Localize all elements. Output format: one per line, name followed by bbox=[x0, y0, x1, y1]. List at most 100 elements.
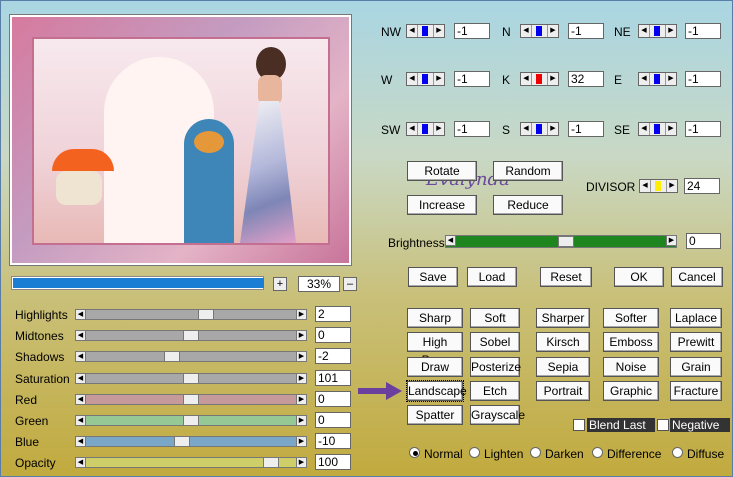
kernel-nw-right-arrow[interactable]: ▶ bbox=[433, 25, 444, 37]
kernel-se-field[interactable]: -1 bbox=[685, 121, 721, 137]
green-thumb[interactable] bbox=[183, 415, 199, 426]
opacity-right-arrow[interactable]: ▶ bbox=[296, 457, 307, 469]
kernel-sw-spinner[interactable]: ◀ ▶ bbox=[406, 122, 445, 136]
kernel-s-right-arrow[interactable]: ▶ bbox=[547, 123, 558, 135]
red-right-arrow[interactable]: ▶ bbox=[296, 393, 307, 405]
kernel-w-spinner[interactable]: ◀ ▶ bbox=[406, 72, 445, 86]
mode-diffuse-radio[interactable] bbox=[672, 447, 683, 458]
preset-laplace-button[interactable]: Laplace bbox=[670, 308, 722, 328]
cancel-button[interactable]: Cancel bbox=[671, 267, 723, 287]
kernel-s-spinner[interactable]: ◀ ▶ bbox=[520, 122, 559, 136]
red-left-arrow[interactable]: ◀ bbox=[75, 393, 86, 405]
brightness-right-arrow[interactable]: ▶ bbox=[666, 235, 677, 246]
opacity-value[interactable]: 100 bbox=[315, 454, 351, 471]
divisor-field[interactable]: 24 bbox=[684, 178, 720, 194]
highlights-right-arrow[interactable]: ▶ bbox=[296, 309, 307, 320]
preset-softer-button[interactable]: Softer bbox=[603, 308, 659, 328]
kernel-ne-field[interactable]: -1 bbox=[685, 23, 721, 39]
preset-spatter-button[interactable]: Spatter bbox=[407, 405, 463, 426]
reset-button[interactable]: Reset bbox=[540, 267, 592, 287]
shadows-value[interactable]: -2 bbox=[315, 348, 351, 365]
opacity-thumb[interactable] bbox=[262, 457, 279, 469]
preset-etch-button[interactable]: Etch bbox=[470, 380, 520, 401]
midtones-value[interactable]: 0 bbox=[315, 327, 351, 344]
kernel-s-field[interactable]: -1 bbox=[568, 121, 604, 137]
kernel-k-field[interactable]: 32 bbox=[568, 71, 604, 87]
negative-checkbox[interactable] bbox=[657, 419, 669, 431]
kernel-n-right-arrow[interactable]: ▶ bbox=[547, 25, 558, 37]
highlights-left-arrow[interactable]: ◀ bbox=[75, 309, 86, 320]
brightness-left-arrow[interactable]: ◀ bbox=[445, 235, 456, 246]
opacity-slider[interactable]: ◀ ▶ bbox=[75, 457, 307, 469]
preset-prewitt-button[interactable]: Prewitt bbox=[670, 332, 722, 353]
shadows-right-arrow[interactable]: ▶ bbox=[296, 351, 307, 363]
brightness-slider[interactable]: ◀ ▶ bbox=[445, 235, 677, 248]
green-right-arrow[interactable]: ▶ bbox=[296, 415, 307, 426]
midtones-thumb[interactable] bbox=[183, 330, 199, 342]
kernel-w-field[interactable]: -1 bbox=[454, 71, 490, 87]
red-value[interactable]: 0 bbox=[315, 390, 351, 407]
saturation-left-arrow[interactable]: ◀ bbox=[75, 372, 86, 384]
midtones-left-arrow[interactable]: ◀ bbox=[75, 330, 86, 342]
ok-button[interactable]: OK bbox=[614, 267, 664, 287]
kernel-nw-field[interactable]: -1 bbox=[454, 23, 490, 39]
opacity-left-arrow[interactable]: ◀ bbox=[75, 457, 86, 469]
green-slider[interactable]: ◀ ▶ bbox=[75, 415, 307, 426]
preset-fracture-button[interactable]: Fracture bbox=[670, 380, 722, 401]
blue-left-arrow[interactable]: ◀ bbox=[75, 436, 86, 448]
kernel-e-right-arrow[interactable]: ▶ bbox=[665, 73, 676, 85]
preset-kirsch-button[interactable]: Kirsch bbox=[536, 332, 590, 353]
green-left-arrow[interactable]: ◀ bbox=[75, 415, 86, 426]
kernel-se-spinner[interactable]: ◀ ▶ bbox=[638, 122, 677, 136]
mode-difference-radio[interactable] bbox=[592, 447, 603, 458]
kernel-k-spinner[interactable]: ◀ ▶ bbox=[520, 72, 559, 86]
preset-sharp-button[interactable]: Sharp bbox=[407, 308, 463, 328]
increase-button[interactable]: Increase bbox=[407, 195, 477, 215]
kernel-se-left-arrow[interactable]: ◀ bbox=[639, 123, 650, 135]
load-button[interactable]: Load bbox=[467, 267, 517, 287]
red-thumb[interactable] bbox=[183, 393, 199, 405]
preset-portrait-button[interactable]: Portrait bbox=[536, 380, 590, 401]
midtones-right-arrow[interactable]: ▶ bbox=[296, 330, 307, 342]
green-value[interactable]: 0 bbox=[315, 412, 351, 428]
preset-posterize-button[interactable]: Posterize bbox=[470, 356, 521, 377]
kernel-e-left-arrow[interactable]: ◀ bbox=[639, 73, 650, 85]
preset-graphic-button[interactable]: Graphic bbox=[603, 380, 659, 401]
brightness-thumb[interactable] bbox=[558, 236, 574, 247]
kernel-ne-spinner[interactable]: ◀ ▶ bbox=[638, 24, 677, 38]
blue-slider[interactable]: ◀ ▶ bbox=[75, 436, 307, 448]
shadows-left-arrow[interactable]: ◀ bbox=[75, 351, 86, 363]
kernel-s-left-arrow[interactable]: ◀ bbox=[521, 123, 532, 135]
kernel-ne-right-arrow[interactable]: ▶ bbox=[665, 25, 676, 37]
highlights-value[interactable]: 2 bbox=[315, 306, 351, 322]
highlights-slider[interactable]: ◀ ▶ bbox=[75, 309, 307, 320]
preset-soft-button[interactable]: Soft bbox=[470, 308, 520, 328]
kernel-e-spinner[interactable]: ◀ ▶ bbox=[638, 72, 677, 86]
rotate-button[interactable]: Rotate bbox=[407, 161, 477, 181]
reduce-button[interactable]: Reduce bbox=[493, 195, 563, 215]
preset-high-pass-button[interactable]: High Pass bbox=[407, 332, 463, 367]
mode-normal-radio[interactable] bbox=[409, 447, 420, 458]
blend-last-checkbox[interactable] bbox=[573, 419, 585, 431]
preset-grayscale-button[interactable]: Grayscale bbox=[470, 405, 525, 426]
kernel-se-right-arrow[interactable]: ▶ bbox=[665, 123, 676, 135]
preset-draw-button[interactable]: Draw bbox=[407, 356, 463, 377]
saturation-slider[interactable]: ◀ ▶ bbox=[75, 372, 307, 384]
kernel-nw-spinner[interactable]: ◀ ▶ bbox=[406, 24, 445, 38]
brightness-field[interactable]: 0 bbox=[686, 233, 721, 249]
saturation-value[interactable]: 101 bbox=[315, 369, 351, 386]
kernel-n-field[interactable]: -1 bbox=[568, 23, 604, 39]
random-button[interactable]: Random bbox=[493, 161, 563, 181]
kernel-sw-left-arrow[interactable]: ◀ bbox=[407, 123, 418, 135]
blue-value[interactable]: -10 bbox=[315, 433, 351, 450]
red-slider[interactable]: ◀ ▶ bbox=[75, 393, 307, 405]
kernel-w-left-arrow[interactable]: ◀ bbox=[407, 73, 418, 85]
kernel-nw-left-arrow[interactable]: ◀ bbox=[407, 25, 418, 37]
kernel-k-right-arrow[interactable]: ▶ bbox=[547, 73, 558, 85]
kernel-sw-right-arrow[interactable]: ▶ bbox=[433, 123, 444, 135]
kernel-k-left-arrow[interactable]: ◀ bbox=[521, 73, 532, 85]
kernel-e-field[interactable]: -1 bbox=[685, 71, 721, 87]
kernel-w-right-arrow[interactable]: ▶ bbox=[433, 73, 444, 85]
zoom-out-button[interactable]: – bbox=[343, 277, 357, 291]
zoom-in-button[interactable]: + bbox=[273, 277, 287, 291]
